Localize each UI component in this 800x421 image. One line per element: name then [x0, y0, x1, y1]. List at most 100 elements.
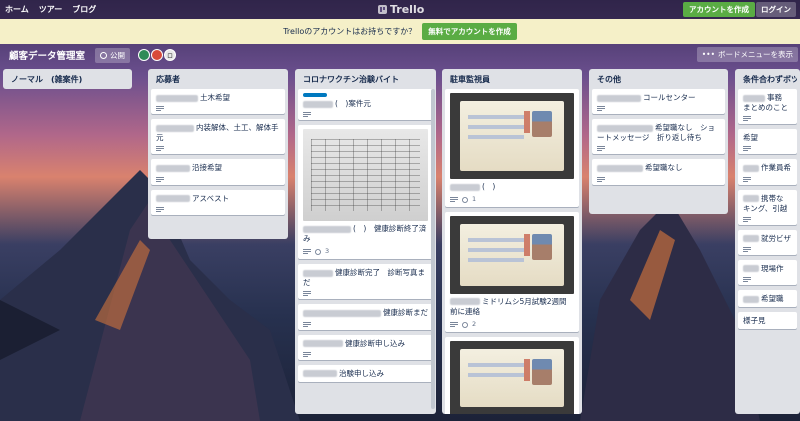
description-icon — [597, 106, 605, 112]
list-scrollbar[interactable] — [431, 89, 435, 409]
redacted-text — [156, 164, 190, 172]
list-card[interactable]: 内装解体、土工、解体手元 — [151, 119, 285, 155]
signup-button[interactable]: アカウントを作成 — [683, 2, 755, 17]
description-icon — [156, 146, 164, 152]
list-card[interactable]: 土木希望 — [151, 89, 285, 115]
avatar[interactable] — [151, 49, 164, 61]
account-banner: Trelloのアカウントはお持ちですか？ 無料でアカウントを作成 — [0, 19, 800, 44]
card-cover-image — [450, 340, 574, 414]
description-icon — [156, 106, 164, 112]
redacted-text — [450, 183, 480, 191]
trello-logo[interactable]: Trello — [378, 3, 424, 16]
trello-logo-text: Trello — [390, 3, 425, 16]
card-title: ( )案件元 — [335, 99, 371, 108]
redacted-text — [303, 225, 351, 233]
list-card[interactable]: 希望職なし — [592, 159, 725, 185]
board-title[interactable]: 顧客データ管理室 — [0, 48, 85, 62]
list-card[interactable]: 現場作 — [738, 259, 797, 285]
card-title: 希望職なし — [645, 163, 683, 173]
list-applicants[interactable]: 応募者 土木希望 内装解体、土工、解体手元 沿接希望 アスベスト — [148, 69, 288, 239]
list-card[interactable]: アスベスト — [151, 189, 285, 215]
avatar[interactable]: ロ — [164, 49, 177, 61]
description-icon — [156, 176, 164, 182]
list-rejected[interactable]: 条件合わずボツ 事務 まとめのこと 希望 作業員希 携帯な キング、引越 就労ビ… — [735, 69, 800, 414]
card-cover-image — [303, 129, 428, 222]
show-menu-label: ボードメニューを表示 — [718, 50, 793, 59]
show-menu-button[interactable]: ••• ボードメニューを表示 — [696, 47, 798, 62]
card-title: 健康診断まだ — [383, 308, 428, 318]
redacted-text — [743, 265, 759, 273]
description-icon — [303, 291, 311, 297]
list-card[interactable]: 沿接希望 — [151, 159, 285, 185]
card-title: アスベスト — [192, 193, 230, 203]
visibility-button[interactable]: 公開 — [95, 47, 131, 63]
list-title[interactable]: 応募者 — [151, 72, 285, 89]
list-card[interactable]: 就労ビザ — [738, 229, 797, 255]
card-title: コールセンター — [643, 93, 696, 102]
banner-signup-button[interactable]: 無料でアカウントを作成 — [422, 23, 517, 40]
board-members: ロ — [138, 49, 177, 61]
nav-home[interactable]: ホーム — [5, 4, 29, 15]
list-card[interactable]: 治験申し込み — [298, 364, 433, 382]
nav-blog[interactable]: ブログ — [72, 4, 96, 15]
list-card[interactable]: 希望 — [738, 129, 797, 155]
redacted-text — [156, 195, 190, 202]
list-card[interactable]: コールセンター — [592, 89, 725, 115]
list-title[interactable]: コロナワクチン治験バイト — [298, 72, 433, 89]
list-card[interactable]: ( ) 健康診断終了済み 3 — [298, 125, 433, 260]
redacted-text — [303, 309, 381, 317]
description-icon — [450, 322, 458, 328]
redacted-text — [156, 94, 198, 102]
attachment-count: 3 — [325, 247, 330, 256]
card-cover-image — [450, 93, 574, 179]
card-badges: 3 — [303, 247, 428, 256]
trello-logo-icon — [378, 5, 387, 14]
card-title: 健康診断申し込み — [345, 338, 405, 348]
attachment-count: 1 — [472, 195, 477, 204]
attachment-icon — [460, 320, 470, 329]
list-card[interactable]: 携帯な キング、引越 — [738, 189, 797, 225]
login-button[interactable]: ログイン — [756, 2, 796, 17]
redacted-text — [743, 94, 765, 102]
redacted-text — [743, 195, 759, 202]
list-card[interactable]: 作業員希 — [738, 159, 797, 185]
list-card[interactable]: ( ) 1 — [445, 89, 579, 207]
list-covid-vaccine-trial[interactable]: コロナワクチン治験バイト ( )案件元 ( ) 健康診断終了済み 3 健康診断完… — [295, 69, 436, 414]
list-card[interactable]: 健康診断申し込み — [298, 334, 433, 360]
description-icon — [743, 246, 751, 252]
attachment-icon — [460, 195, 470, 204]
list-card[interactable]: ( )案件元 — [298, 89, 433, 121]
list-card[interactable]: ミドリムシ5月試験2週間前に連絡 2 — [445, 211, 579, 332]
description-icon — [743, 176, 751, 182]
list-card[interactable]: 希望職 — [738, 290, 797, 308]
redacted-text — [450, 298, 480, 306]
board-header: 顧客データ管理室 公開 ロ ••• ボードメニューを表示 — [0, 44, 800, 66]
card-badges: 2 — [450, 320, 574, 329]
redacted-text — [303, 340, 343, 348]
nav-tour[interactable]: ツアー — [39, 4, 63, 15]
description-icon — [303, 321, 311, 327]
list-title[interactable]: その他 — [592, 72, 725, 89]
avatar[interactable] — [138, 49, 151, 61]
header-nav: ホーム ツアー ブログ — [0, 4, 96, 15]
description-icon — [743, 146, 751, 152]
list-title[interactable]: ノーマル (雑案件) — [6, 72, 129, 89]
list-other[interactable]: その他 コールセンター 希望職なし ショートメッセージ 折り返し待ち 希望職なし — [589, 69, 728, 214]
list-card[interactable] — [445, 336, 579, 414]
list-card[interactable]: 希望職なし ショートメッセージ 折り返し待ち — [592, 119, 725, 155]
banner-message: Trelloのアカウントはお持ちですか？ — [283, 27, 417, 36]
redacted-text — [156, 124, 194, 132]
redacted-text — [303, 100, 333, 108]
list-card[interactable]: 事務 まとめのこと — [738, 89, 797, 125]
list-normal[interactable]: ノーマル (雑案件) — [3, 69, 132, 89]
redacted-text — [597, 94, 641, 102]
more-icon: ••• — [701, 50, 715, 59]
card-title: 就労ビザ — [761, 233, 791, 243]
list-title[interactable]: 駐車監視員 — [445, 72, 579, 89]
list-card[interactable]: 健康診断まだ — [298, 304, 433, 330]
redacted-text — [597, 124, 653, 132]
list-title[interactable]: 条件合わずボツ — [738, 72, 797, 89]
list-card[interactable]: 様子見 — [738, 312, 797, 330]
list-card[interactable]: 健康診断完了 診断写真まだ — [298, 264, 433, 300]
list-parking-enforcement[interactable]: 駐車監視員 ( ) 1 ミドリムシ5月試験2週間前に連絡 2 — [442, 69, 582, 414]
